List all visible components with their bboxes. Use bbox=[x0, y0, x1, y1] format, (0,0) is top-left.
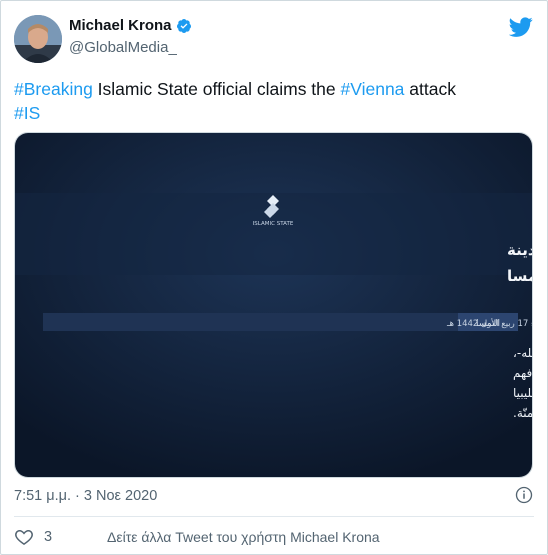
tweet-text-line-2: #IS bbox=[14, 101, 534, 125]
divider bbox=[14, 516, 534, 517]
tweet-text-line-1: #Breaking Islamic State official claims … bbox=[14, 77, 534, 101]
author-row: Michael Krona bbox=[69, 17, 192, 34]
like-action[interactable]: 3 bbox=[14, 527, 52, 547]
media-canvas: ISLAMIC STATE هلاك وإصابة 30 صليبياً بهج… bbox=[15, 133, 532, 477]
verified-badge-icon bbox=[176, 18, 191, 33]
author-name[interactable]: Michael Krona bbox=[69, 17, 172, 34]
logo-text: ISLAMIC STATE bbox=[253, 221, 294, 227]
tweet-text-segment: Islamic State official claims the bbox=[92, 79, 341, 99]
author-handle[interactable]: @GlobalMedia_ bbox=[69, 39, 177, 56]
info-icon[interactable] bbox=[515, 486, 533, 504]
headline-line-1: هلاك وإصابة 30 صليبياً بهجوم لأحد جنود ا… bbox=[507, 239, 532, 259]
heart-icon[interactable] bbox=[14, 527, 34, 547]
tweet-text-segment: attack bbox=[404, 79, 456, 99]
body-line-1: بتوفيق الله تعالى، انطلق جندي الخلافة أب… bbox=[513, 345, 532, 361]
tweet-text: #Breaking Islamic State official claims … bbox=[14, 77, 534, 125]
tweet-card: Michael Krona @GlobalMedia_ #Breaking Is… bbox=[0, 0, 548, 555]
twitter-bird-icon[interactable] bbox=[509, 15, 533, 39]
hashtag-vienna[interactable]: #Vienna bbox=[341, 79, 405, 99]
date-text: الثلاثاء 17 ربيع الأول 1442 هـ bbox=[446, 318, 532, 329]
headline-line-2: فيينا بالنمسا bbox=[507, 267, 532, 285]
body-line-3: بسلاحه الرشاش ومسدس وسكين، فقتل وأصاب نح… bbox=[513, 385, 532, 401]
avatar[interactable] bbox=[14, 15, 62, 63]
hashtag-is[interactable]: #IS bbox=[14, 103, 40, 123]
more-tweets-link[interactable]: Δείτε άλλα Tweet του χρήστη Michael Kron… bbox=[107, 529, 380, 545]
like-count: 3 bbox=[44, 529, 53, 545]
body-line-2: نحو تجمعات للصليبيين بمدينة (فيينا) في ا… bbox=[513, 365, 532, 381]
attached-image[interactable]: ISLAMIC STATE هلاك وإصابة 30 صليبياً بهج… bbox=[14, 132, 533, 478]
body-line-4: بينهم ضابط وعناصر شرطة، ولله الحمد والمن… bbox=[513, 406, 532, 421]
tweet-timestamp[interactable]: 7:51 μ.μ. · 3 Νοε 2020 bbox=[14, 488, 157, 504]
hashtag-breaking[interactable]: #Breaking bbox=[14, 79, 93, 99]
